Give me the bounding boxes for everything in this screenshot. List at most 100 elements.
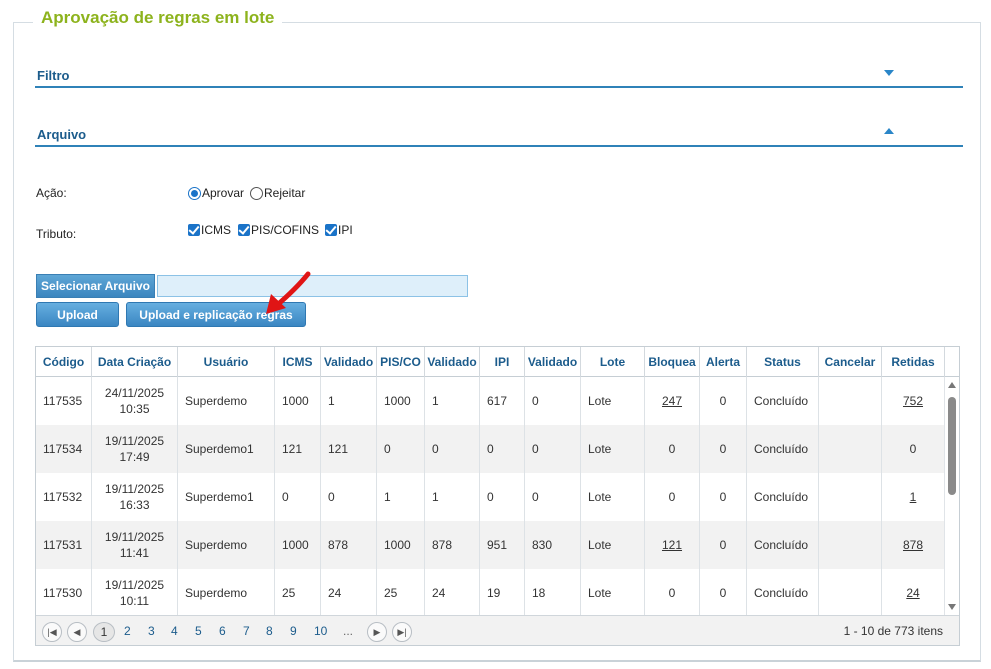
checkbox-checked-icon[interactable] [238, 224, 250, 236]
radio-unchecked-icon[interactable] [250, 186, 263, 200]
page-10[interactable]: 10 [314, 624, 327, 638]
column-header[interactable]: PIS/CO [377, 347, 425, 377]
cell-validado-pis: 1 [425, 473, 480, 521]
cell-data-date: 24/11/2025 [104, 386, 165, 400]
column-header[interactable]: Lote [581, 347, 645, 377]
cell-pis: 0 [377, 425, 425, 473]
radio-checked-icon[interactable] [188, 186, 201, 200]
cell-icms: 1000 [275, 377, 321, 425]
retidas-link[interactable]: 752 [903, 394, 923, 408]
page-4[interactable]: 4 [171, 624, 178, 638]
checkbox-icms[interactable]: ICMS [188, 223, 231, 237]
table-row[interactable]: 117530 19/11/2025 10:11 Superdemo 25 24 2… [36, 569, 944, 615]
cell-data-date: 19/11/2025 [104, 482, 165, 496]
checkbox-ipi-label: IPI [338, 223, 353, 237]
checkbox-pis-cofins-label: PIS/COFINS [251, 223, 320, 237]
cell-lote: Lote [581, 473, 645, 521]
column-header[interactable]: Usuário [178, 347, 275, 377]
checkbox-checked-icon[interactable] [325, 224, 337, 236]
prev-page-icon[interactable]: ◀ [67, 622, 87, 642]
upload-button[interactable]: Upload [36, 302, 119, 327]
chevron-up-icon[interactable] [884, 128, 894, 134]
checkbox-checked-icon[interactable] [188, 224, 200, 236]
select-file-button[interactable]: Selecionar Arquivo [36, 274, 155, 298]
column-header[interactable]: Data Criação [92, 347, 178, 377]
cell-data-date: 19/11/2025 [104, 530, 165, 544]
cell-icms: 121 [275, 425, 321, 473]
page-more[interactable]: ... [343, 624, 353, 638]
column-header[interactable]: Status [747, 347, 819, 377]
cell-status: Concluído [747, 569, 819, 615]
chevron-down-icon[interactable] [884, 70, 894, 76]
vertical-scrollbar[interactable] [944, 377, 959, 615]
cell-ipi: 0 [480, 425, 525, 473]
cell-validado-icms: 121 [321, 425, 377, 473]
section-arquivo[interactable]: Arquivo [35, 125, 963, 147]
checkbox-ipi[interactable]: IPI [325, 223, 353, 237]
table-row[interactable]: 117531 19/11/2025 11:41 Superdemo 1000 87… [36, 521, 944, 569]
scroll-down-icon[interactable] [948, 604, 956, 610]
cell-pis: 25 [377, 569, 425, 615]
cell-retidas: 878 [882, 521, 944, 569]
cell-ipi: 19 [480, 569, 525, 615]
retidas-link[interactable]: 24 [906, 586, 919, 600]
cell-ipi: 0 [480, 473, 525, 521]
retidas-link[interactable]: 1 [910, 490, 917, 504]
cell-ipi: 617 [480, 377, 525, 425]
bloqueadas-link[interactable]: 121 [662, 538, 682, 552]
column-header[interactable]: Validado [525, 347, 581, 377]
page-5[interactable]: 5 [195, 624, 202, 638]
page-3[interactable]: 3 [148, 624, 155, 638]
bloqueadas-link[interactable]: 247 [662, 394, 682, 408]
column-header[interactable]: IPI [480, 347, 525, 377]
cell-bloqueadas: 0 [645, 425, 700, 473]
cell-data-time: 10:11 [119, 594, 150, 608]
column-header[interactable]: Código [36, 347, 92, 377]
first-page-icon[interactable]: |◀ [42, 622, 62, 642]
cell-alerta: 0 [700, 425, 747, 473]
cell-cancelar[interactable] [819, 473, 882, 521]
column-header[interactable]: ICMS [275, 347, 321, 377]
cell-cancelar[interactable] [819, 377, 882, 425]
next-page-icon[interactable]: ▶ [367, 622, 387, 642]
cell-cancelar[interactable] [819, 521, 882, 569]
column-header[interactable]: Cancelar [819, 347, 882, 377]
table-row[interactable]: 117535 24/11/2025 10:35 Superdemo 1000 1 … [36, 377, 944, 425]
cell-retidas: 752 [882, 377, 944, 425]
scroll-thumb[interactable] [948, 397, 956, 495]
cell-cancelar[interactable] [819, 569, 882, 615]
cell-validado-ipi: 0 [525, 473, 581, 521]
table-row[interactable]: 117532 19/11/2025 16:33 Superdemo1 0 0 1 … [36, 473, 944, 521]
page-7[interactable]: 7 [243, 624, 250, 638]
radio-aprovar-label: Aprovar [202, 186, 245, 200]
section-filtro[interactable]: Filtro [35, 66, 963, 88]
column-header[interactable]: Validado [321, 347, 377, 377]
page-1[interactable]: 1 [93, 622, 115, 642]
cell-status: Concluído [747, 473, 819, 521]
column-header[interactable]: Alerta [700, 347, 747, 377]
column-header[interactable]: Retidas [882, 347, 945, 377]
cell-cancelar[interactable] [819, 425, 882, 473]
checkbox-pis-cofins[interactable]: PIS/COFINS [238, 223, 319, 237]
column-header[interactable]: Bloquea [645, 347, 700, 377]
scroll-up-icon[interactable] [948, 382, 956, 388]
cell-data: 19/11/2025 16:33 [92, 473, 178, 521]
page-title: Aprovação de regras em lote [33, 8, 283, 28]
column-header[interactable]: Validado [425, 347, 480, 377]
last-page-icon[interactable]: ▶| [392, 622, 412, 642]
page-8[interactable]: 8 [266, 624, 273, 638]
cell-bloqueadas: 0 [645, 569, 700, 615]
cell-retidas: 0 [909, 442, 917, 456]
page-9[interactable]: 9 [290, 624, 297, 638]
section-filtro-label: Filtro [37, 68, 70, 83]
cell-alerta: 0 [700, 377, 747, 425]
table-row[interactable]: 117534 19/11/2025 17:49 Superdemo1 121 12… [36, 425, 944, 473]
radio-rejeitar[interactable]: Rejeitar [250, 186, 305, 200]
page-6[interactable]: 6 [219, 624, 226, 638]
cell-alerta: 0 [700, 521, 747, 569]
page-2[interactable]: 2 [124, 624, 131, 638]
retidas-link[interactable]: 878 [903, 538, 923, 552]
cell-usuario: Superdemo [178, 569, 275, 615]
cell-lote: Lote [581, 569, 645, 615]
radio-aprovar[interactable]: Aprovar [188, 186, 244, 200]
